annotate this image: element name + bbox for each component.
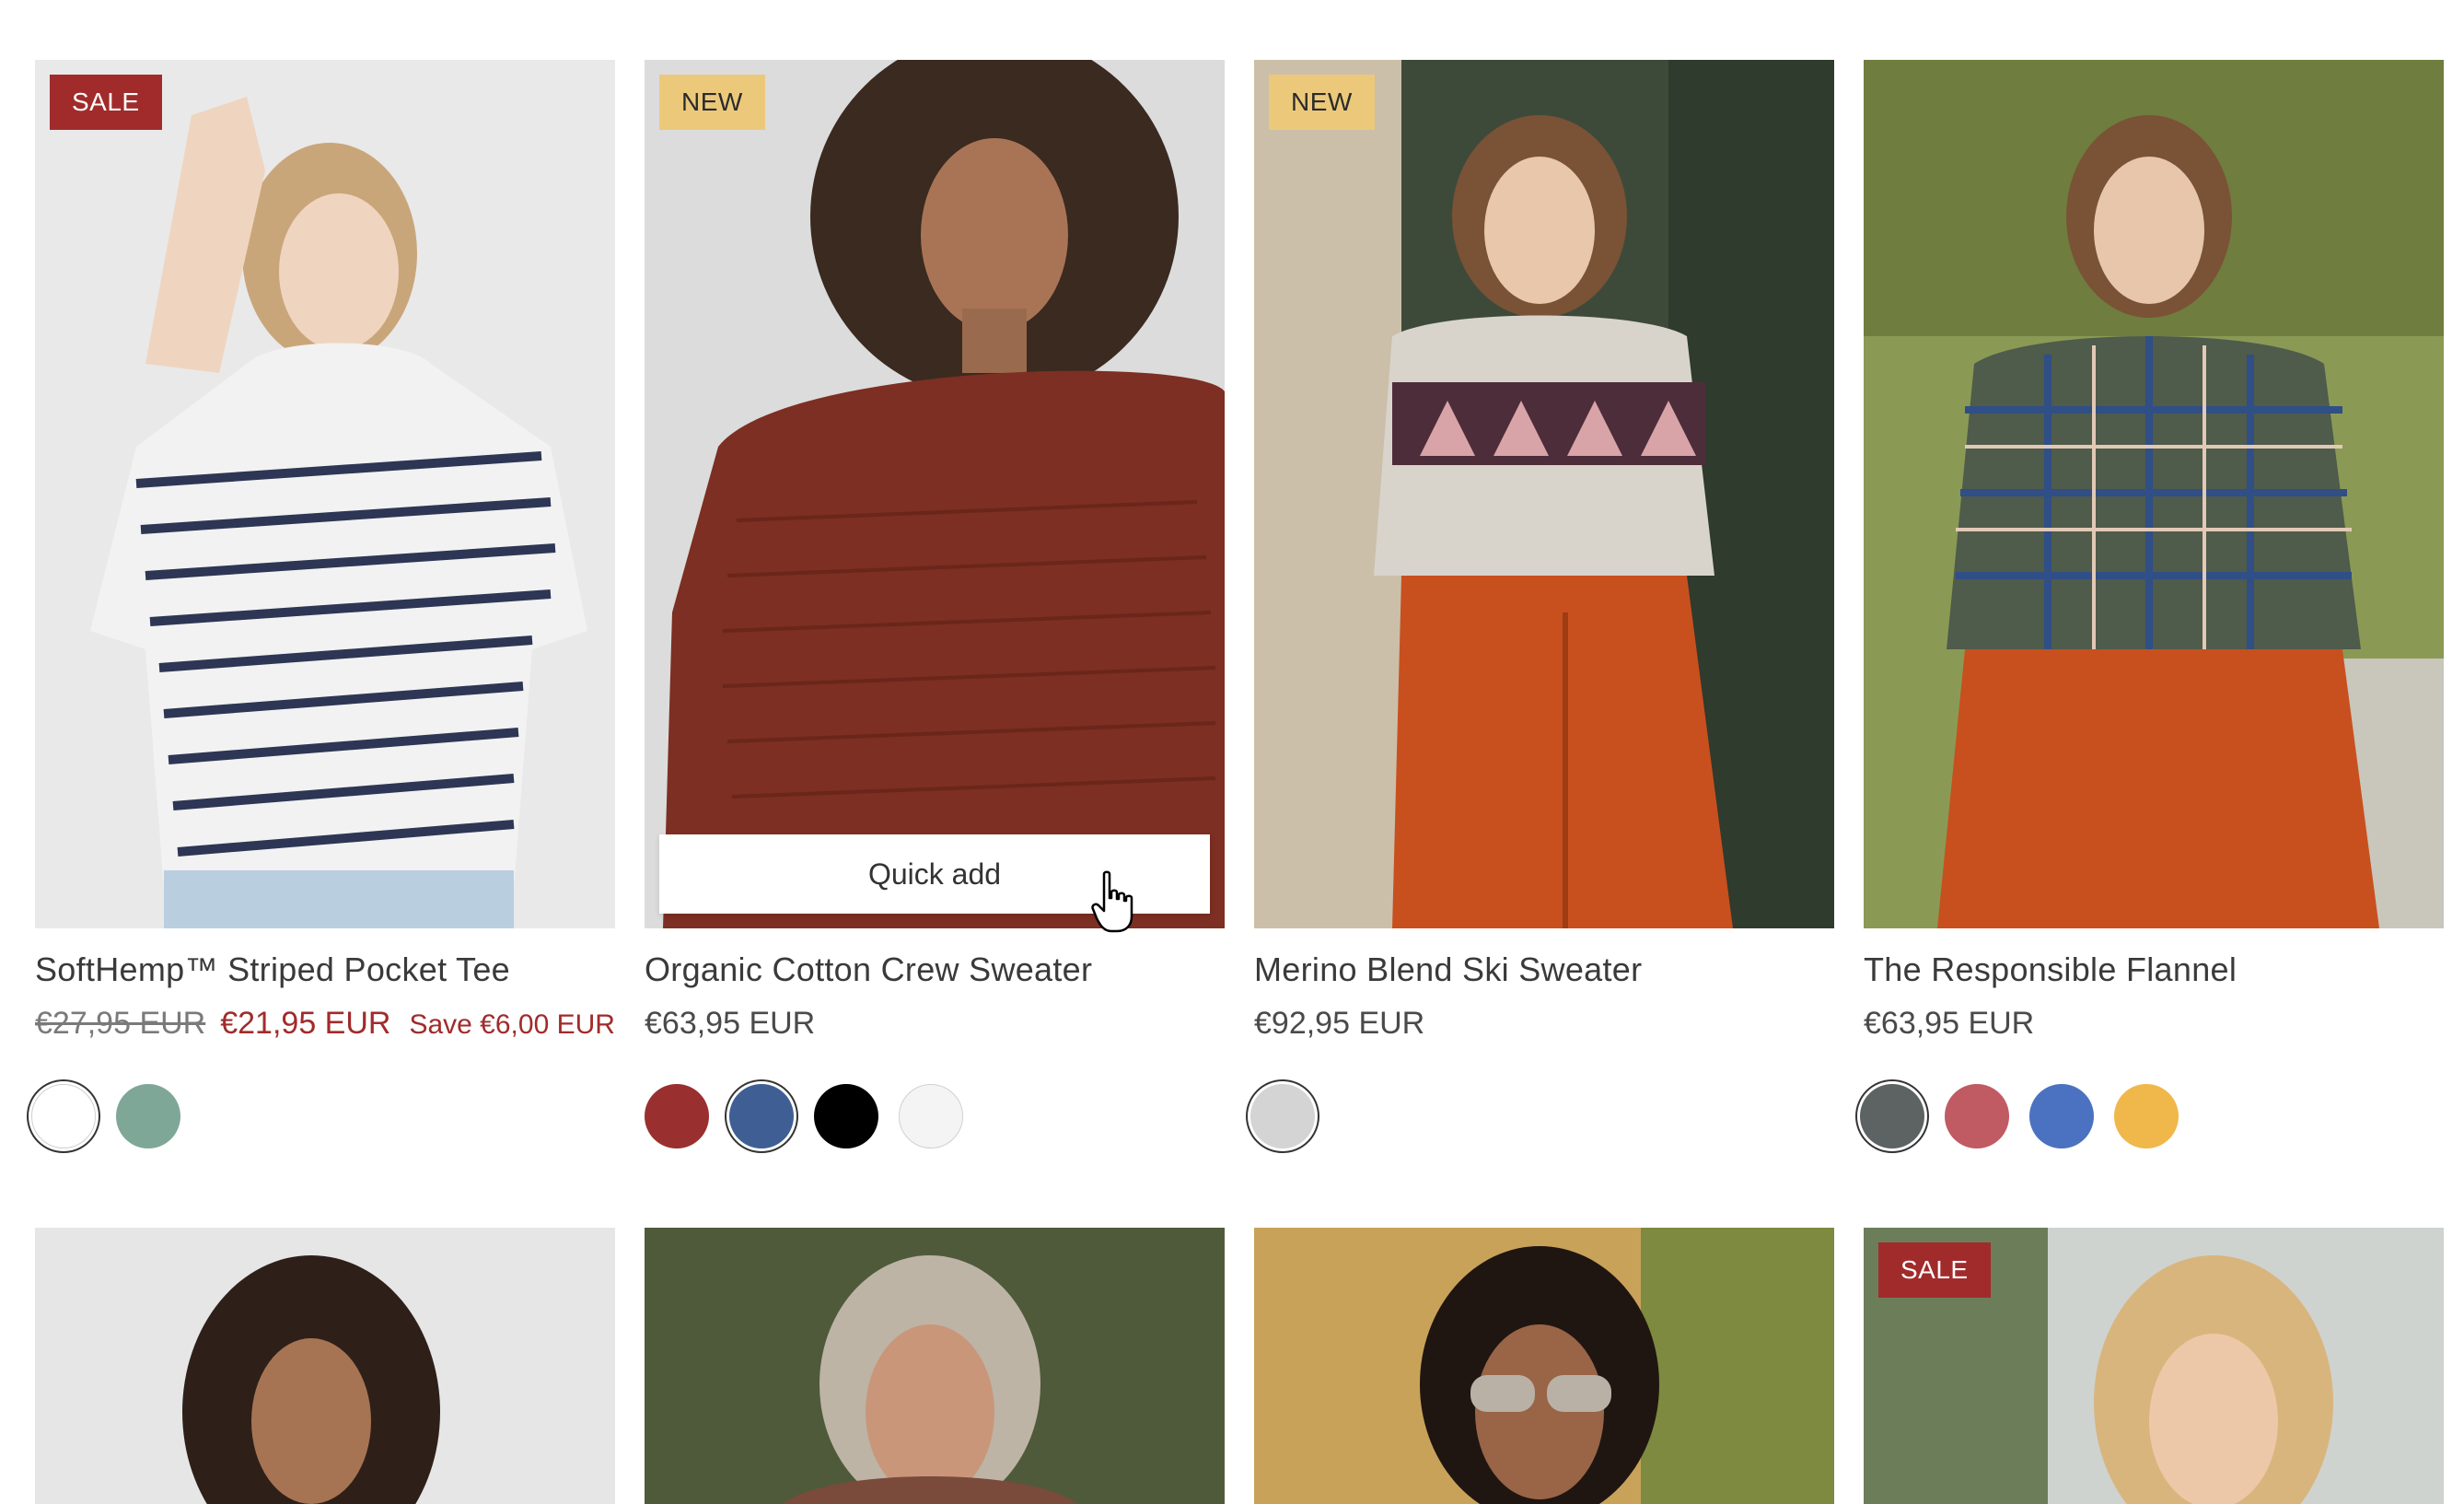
price-row: €63,95 EUR	[645, 1006, 1225, 1042]
product-image[interactable]: SALE	[1864, 1228, 2444, 1504]
price-row: €27,95 EUR €21,95 EUR Save €6,00 EUR	[35, 1006, 615, 1042]
product-card[interactable]	[1254, 1228, 1834, 1504]
color-swatches	[645, 1084, 1225, 1148]
product-title[interactable]: Organic Cotton Crew Sweater	[645, 950, 1225, 989]
swatch-rust[interactable]	[645, 1084, 709, 1148]
price-row: €63,95 EUR	[1864, 1006, 2444, 1042]
swatch-blue[interactable]	[2029, 1084, 2094, 1148]
product-card[interactable]: The Responsible Flannel €63,95 EUR	[1860, 60, 2444, 1148]
hand-cursor-icon	[1091, 870, 1133, 933]
product-photo	[1254, 1228, 1834, 1504]
product-price: €63,95 EUR	[1864, 1006, 2035, 1041]
color-swatches	[1250, 1084, 1834, 1148]
swatch-mustard[interactable]	[2114, 1084, 2179, 1148]
swatch-charcoal[interactable]	[1860, 1084, 1924, 1148]
product-image[interactable]	[35, 1228, 615, 1504]
price-row: €92,95 EUR	[1254, 1006, 1834, 1042]
product-card[interactable]: SALE SoftHemp™ Striped Pocket Tee €27,95…	[31, 60, 615, 1148]
swatch-black[interactable]	[814, 1084, 878, 1148]
sale-badge: SALE	[50, 75, 162, 130]
product-photo	[645, 60, 1225, 928]
product-price: €92,95 EUR	[1254, 1006, 1425, 1041]
sale-price: €21,95 EUR	[220, 1006, 391, 1041]
product-image[interactable]: NEW	[1254, 60, 1834, 928]
swatch-rose[interactable]	[1945, 1084, 2009, 1148]
product-photo	[35, 1228, 615, 1504]
product-title[interactable]: Merino Blend Ski Sweater	[1254, 950, 1834, 989]
product-image[interactable]	[645, 1228, 1225, 1504]
savings-label: Save €6,00 EUR	[409, 1009, 615, 1040]
product-title[interactable]: The Responsible Flannel	[1864, 950, 2444, 989]
product-image[interactable]	[1254, 1228, 1834, 1504]
product-image[interactable]	[1864, 60, 2444, 928]
swatch-heather-gray[interactable]	[1250, 1084, 1315, 1148]
product-image[interactable]: NEW Quick add	[645, 60, 1225, 928]
product-card[interactable]: NEW Quick add Organic Cotton Crew Sweate…	[645, 60, 1225, 1148]
product-photo	[1254, 60, 1834, 928]
swatch-white[interactable]	[899, 1084, 963, 1148]
original-price: €27,95 EUR	[35, 1006, 206, 1041]
color-swatches	[1860, 1084, 2444, 1148]
product-card[interactable]: SALE	[1864, 1228, 2444, 1504]
product-photo	[35, 60, 615, 928]
product-price: €63,95 EUR	[645, 1006, 816, 1041]
color-swatches	[31, 1084, 615, 1148]
product-card[interactable]	[35, 1228, 615, 1504]
swatch-blue[interactable]	[729, 1084, 794, 1148]
sale-badge: SALE	[1878, 1242, 1991, 1298]
new-badge: NEW	[1269, 75, 1375, 130]
product-photo	[1864, 60, 2444, 928]
product-image[interactable]: SALE	[35, 60, 615, 928]
new-badge: NEW	[659, 75, 765, 130]
swatch-white[interactable]	[31, 1084, 96, 1148]
swatch-sage[interactable]	[116, 1084, 180, 1148]
product-photo	[645, 1228, 1225, 1504]
product-card[interactable]	[645, 1228, 1225, 1504]
product-card[interactable]: NEW Merino Blend Ski Sweater €92,95 EUR	[1250, 60, 1834, 1148]
product-title[interactable]: SoftHemp™ Striped Pocket Tee	[35, 950, 615, 989]
